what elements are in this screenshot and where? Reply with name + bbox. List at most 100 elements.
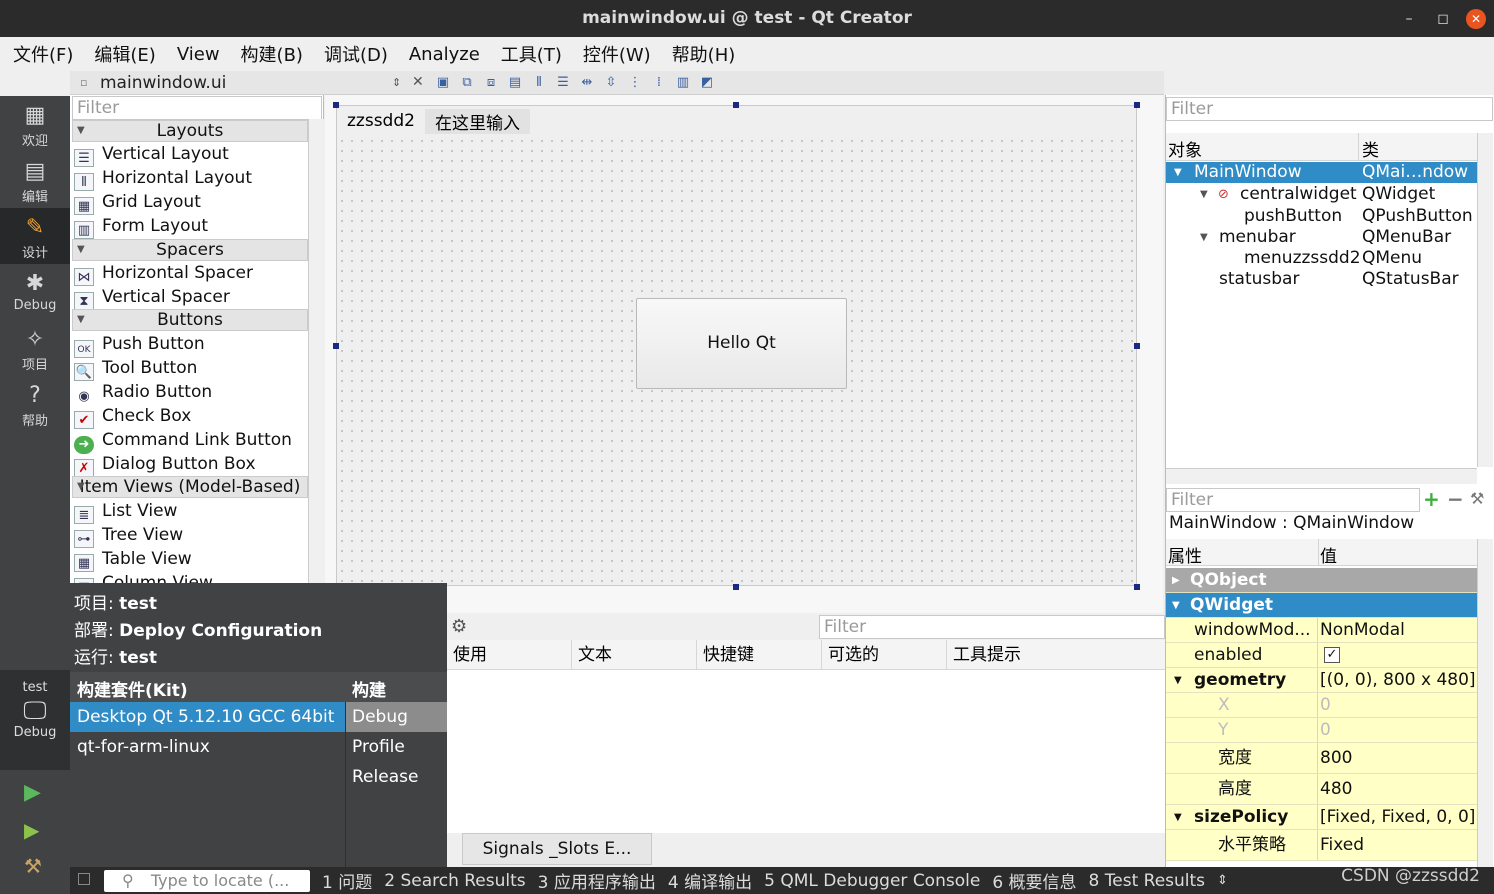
widget-command-link-button[interactable]: ➜ Command Link Button — [74, 428, 292, 454]
widget-vertical-spacer[interactable]: ⧗ Vertical Spacer — [74, 285, 230, 310]
close-button[interactable]: ✕ — [1466, 8, 1486, 29]
close-document-icon[interactable]: ✕ — [412, 74, 424, 90]
minimize-button[interactable]: – — [1392, 11, 1426, 27]
widget-column-view[interactable]: ▥Column View — [74, 571, 213, 583]
gear-icon[interactable]: ⚙ — [451, 616, 467, 637]
document-selector[interactable]: mainwindow.ui — [100, 71, 226, 95]
column-shortcut[interactable]: 快捷键 — [697, 640, 822, 669]
property-geometry-width[interactable]: 宽度 800 — [1166, 743, 1477, 774]
layout-vertical-icon[interactable]: ☰ — [554, 74, 572, 92]
column-used[interactable]: 使用 — [447, 640, 572, 669]
category-layouts[interactable]: ▼ Layouts — [72, 120, 308, 142]
property-filter-input[interactable]: Filter — [1166, 488, 1420, 512]
widget-form-layout[interactable]: ▥ Form Layout — [74, 214, 208, 239]
category-buttons[interactable]: ▼ Buttons — [72, 309, 308, 331]
widget-tree-view[interactable]: ⊶ Tree View — [74, 523, 183, 548]
layout-vsplit-icon[interactable]: ⇳ — [602, 74, 620, 92]
edit-buddies-icon[interactable]: ⧈ — [482, 74, 500, 92]
pane-qml-debugger[interactable]: 5 QML Debugger Console — [752, 871, 980, 891]
break-layout-icon[interactable]: ▥ — [674, 74, 692, 92]
build-debug[interactable]: Debug — [346, 702, 447, 732]
property-geometry-y[interactable]: Y 0 — [1166, 718, 1477, 743]
column-text[interactable]: 文本 — [572, 640, 697, 669]
widget-dialog-button-box[interactable]: ✗ Dialog Button Box — [74, 452, 256, 477]
header-object[interactable]: 对象 — [1168, 136, 1202, 161]
resize-handle[interactable] — [733, 102, 739, 108]
kit-selector[interactable]: test 🖵 Debug — [0, 670, 70, 770]
header-value[interactable]: 值 — [1320, 542, 1337, 567]
property-geometry-x[interactable]: X 0 — [1166, 693, 1477, 718]
kit-desktop[interactable]: Desktop Qt 5.12.10 GCC 64bit — [70, 702, 345, 732]
updown-icon[interactable]: ⇕ — [392, 76, 401, 89]
property-horizontal-policy[interactable]: 水平策略 Fixed — [1166, 830, 1477, 861]
menu-file[interactable]: 文件(F) — [0, 41, 81, 67]
form-menu-type-here[interactable]: 在这里输入 — [424, 108, 530, 134]
widgetbox-scrollbar[interactable] — [308, 119, 324, 583]
menu-widgets[interactable]: 控件(W) — [570, 41, 659, 67]
object-row-menubar[interactable]: ▼ menubar QMenuBar — [1166, 227, 1477, 248]
adjust-size-icon[interactable]: ◩ — [698, 74, 716, 92]
kit-arm-linux[interactable]: qt-for-arm-linux — [70, 732, 345, 762]
edit-widgets-icon[interactable]: ▣ — [434, 74, 452, 92]
menu-edit[interactable]: 编辑(E) — [81, 41, 163, 67]
toggle-sidebar-icon[interactable] — [78, 873, 90, 885]
property-enabled[interactable]: enabled ✓ — [1166, 643, 1477, 668]
widget-table-view[interactable]: ▦ Table View — [74, 547, 192, 572]
locator-input[interactable]: ⚲ Type to locate (... — [104, 869, 310, 892]
property-geometry[interactable]: ▼ geometry [(0, 0), 800 x 480] — [1166, 668, 1477, 693]
pane-application-output[interactable]: 3 应用程序输出 — [526, 868, 656, 893]
property-sizepolicy[interactable]: ▼ sizePolicy [Fixed, Fixed, 0, 0] — [1166, 805, 1477, 830]
layout-form-icon[interactable]: ⋮ — [626, 74, 644, 92]
debug-run-icon[interactable]: ▶ — [24, 818, 39, 842]
build-release[interactable]: Release — [346, 762, 447, 792]
build-profile[interactable]: Profile — [346, 732, 447, 762]
widget-tool-button[interactable]: 🔍 Tool Button — [74, 356, 197, 381]
property-group-qwidget[interactable]: ▼ QWidget — [1166, 593, 1477, 618]
mode-welcome[interactable]: ▦ 欢迎 — [0, 96, 70, 152]
widget-push-button[interactable]: OK Push Button — [74, 332, 205, 358]
mode-design[interactable]: ✎ 设计 — [0, 208, 70, 264]
widget-horizontal-layout[interactable]: ⦀ Horizontal Layout — [74, 166, 252, 191]
run-icon[interactable]: ▶ — [24, 780, 41, 805]
mode-debug[interactable]: ✱ Debug — [0, 264, 70, 320]
object-scrollbar-horizontal[interactable] — [1166, 468, 1477, 484]
menu-tools[interactable]: 工具(T) — [488, 41, 570, 67]
object-row-pushbutton[interactable]: pushButton QPushButton — [1166, 206, 1477, 227]
form-push-button[interactable]: Hello Qt — [636, 298, 847, 389]
resize-handle[interactable] — [333, 102, 339, 108]
pane-test-results[interactable]: 8 Test Results — [1077, 871, 1206, 891]
remove-property-icon[interactable]: − — [1447, 487, 1464, 511]
menu-debug[interactable]: 调试(D) — [311, 41, 396, 67]
object-row-centralwidget[interactable]: ▼ ⊘ centralwidget QWidget — [1166, 184, 1477, 205]
maximize-button[interactable]: ◻ — [1426, 11, 1460, 27]
widgetbox-filter-input[interactable]: Filter — [72, 96, 322, 120]
header-property[interactable]: 属性 — [1168, 542, 1202, 567]
form-menu-zzssdd2[interactable]: zzssdd2 — [337, 111, 425, 131]
widget-list-view[interactable]: ≣ List View — [74, 499, 177, 524]
pane-compile-output[interactable]: 4 编译输出 — [656, 868, 752, 893]
mode-projects[interactable]: ✧ 项目 — [0, 320, 70, 376]
resize-handle[interactable] — [1134, 584, 1140, 590]
mode-edit[interactable]: ▤ 编辑 — [0, 152, 70, 208]
column-checkable[interactable]: 可选的 — [822, 640, 947, 669]
resize-handle[interactable] — [1134, 102, 1140, 108]
widget-radio-button[interactable]: ◉ Radio Button — [74, 380, 212, 404]
menu-analyze[interactable]: Analyze — [396, 44, 488, 65]
property-windowmodality[interactable]: windowMod... NonModal — [1166, 618, 1477, 643]
action-filter-input[interactable]: Filter — [819, 615, 1165, 639]
object-row-mainwindow[interactable]: ▼ MainWindow QMai…ndow — [1166, 162, 1477, 183]
object-filter-input[interactable]: Filter — [1166, 97, 1493, 121]
widget-grid-layout[interactable]: ▦ Grid Layout — [74, 190, 201, 215]
updown-icon[interactable]: ⇕ — [1205, 873, 1228, 888]
category-spacers[interactable]: ▼ Spacers — [72, 239, 308, 261]
widget-check-box[interactable]: ✔ Check Box — [74, 404, 191, 429]
layout-horizontal-icon[interactable]: ⦀ — [530, 74, 548, 92]
edit-tab-order-icon[interactable]: ▤ — [506, 74, 524, 92]
resize-handle[interactable] — [1134, 343, 1140, 349]
header-class[interactable]: 类 — [1362, 136, 1379, 161]
resize-handle[interactable] — [333, 343, 339, 349]
category-item-views[interactable]: ▼ Item Views (Model-Based) — [72, 476, 308, 498]
pane-issues[interactable]: 1 问题 — [310, 868, 372, 893]
object-row-statusbar[interactable]: statusbar QStatusBar — [1166, 269, 1477, 290]
layout-hsplit-icon[interactable]: ⇹ — [578, 74, 596, 92]
